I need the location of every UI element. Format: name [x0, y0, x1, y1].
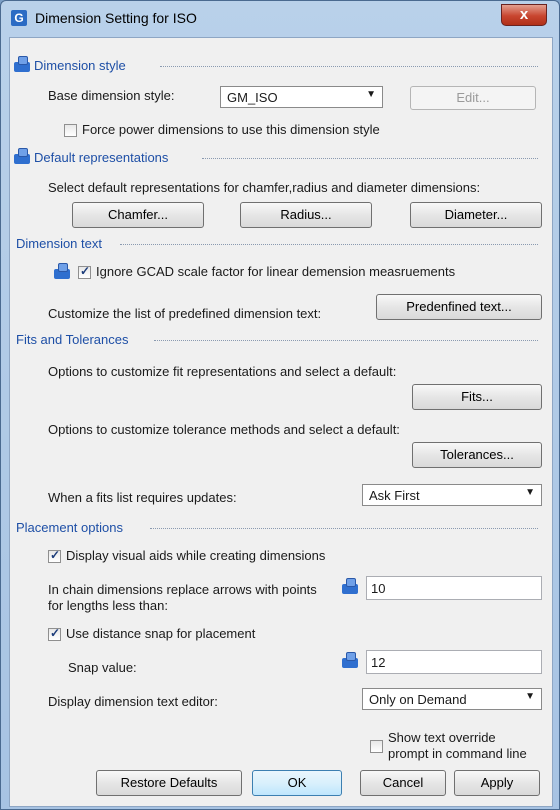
gcad-icon	[342, 578, 358, 594]
section-dimension-style: Dimension style	[10, 56, 538, 74]
representations-description: Select default representations for chamf…	[48, 180, 481, 195]
customize-label: Customize the list of predefined dimensi…	[48, 306, 322, 321]
section-header: Dimension text	[16, 236, 102, 251]
fits-update-label: When a fits list requires updates:	[48, 490, 237, 505]
base-style-value: GM_ISO	[227, 90, 278, 105]
section-divider	[150, 528, 538, 529]
diameter-button[interactable]: Diameter...	[410, 202, 542, 228]
chain-label-line2: for lengths less than:	[48, 598, 168, 613]
visual-aids-checkbox[interactable]	[48, 548, 61, 563]
section-divider	[120, 244, 538, 245]
section-header: Default representations	[34, 150, 169, 165]
predefined-text-button[interactable]: Predenfined text...	[376, 294, 542, 320]
fits-update-select[interactable]: Ask First ▼	[362, 484, 542, 506]
text-override-label-line2: prompt in command line	[388, 746, 527, 761]
chevron-down-icon: ▼	[525, 691, 535, 702]
gcad-icon	[14, 148, 30, 164]
app-icon: G	[11, 10, 27, 26]
title-bar[interactable]: G Dimension Setting for ISO x	[1, 1, 559, 37]
section-header: Dimension style	[34, 58, 126, 73]
radius-button[interactable]: Radius...	[240, 202, 372, 228]
ignore-scale-checkbox[interactable]	[78, 264, 91, 279]
tolerances-button[interactable]: Tolerances...	[412, 442, 542, 468]
gcad-icon	[342, 652, 358, 668]
gcad-icon	[14, 56, 30, 72]
section-header: Placement options	[16, 520, 123, 535]
chamfer-button[interactable]: Chamfer...	[72, 202, 204, 228]
section-divider	[160, 66, 538, 67]
force-label: Force power dimensions to use this dimen…	[82, 122, 380, 137]
text-editor-label: Display dimension text editor:	[48, 694, 218, 709]
chevron-down-icon: ▼	[366, 89, 376, 100]
distance-snap-checkbox[interactable]	[48, 626, 61, 641]
ok-button[interactable]: OK	[252, 770, 342, 796]
apply-button[interactable]: Apply	[454, 770, 540, 796]
base-style-select[interactable]: GM_ISO ▼	[220, 86, 383, 108]
section-divider	[202, 158, 538, 159]
ignore-scale-label: Ignore GCAD scale factor for linear deme…	[96, 264, 456, 279]
edit-button[interactable]: Edit...	[410, 86, 536, 110]
dialog-body: Dimension style Base dimension style: GM…	[9, 37, 553, 807]
section-placement: Placement options	[10, 520, 538, 536]
chain-length-value: 10	[371, 581, 386, 596]
section-dimension-text: Dimension text	[10, 236, 538, 252]
force-checkbox[interactable]	[64, 124, 77, 137]
chain-label-line1: In chain dimensions replace arrows with …	[48, 582, 317, 597]
section-header: Fits and Tolerances	[16, 332, 129, 347]
section-fits-tolerances: Fits and Tolerances	[10, 332, 538, 348]
snap-value: 12	[371, 655, 386, 670]
text-editor-select[interactable]: Only on Demand ▼	[362, 688, 542, 710]
fits-update-value: Ask First	[369, 488, 420, 503]
tolerances-label: Options to customize tolerance methods a…	[48, 422, 400, 437]
restore-defaults-button[interactable]: Restore Defaults	[96, 770, 242, 796]
gcad-icon	[54, 263, 70, 279]
text-editor-value: Only on Demand	[369, 692, 467, 707]
chain-length-input[interactable]: 10	[366, 576, 542, 600]
text-override-label-line1: Show text override	[388, 730, 496, 745]
visual-aids-label: Display visual aids while creating dimen…	[66, 548, 326, 563]
base-style-label: Base dimension style:	[48, 88, 175, 103]
text-override-checkbox[interactable]	[370, 740, 383, 753]
distance-snap-label: Use distance snap for placement	[66, 626, 256, 641]
cancel-button[interactable]: Cancel	[360, 770, 446, 796]
dialog-window: G Dimension Setting for ISO x Dimension …	[0, 0, 560, 810]
section-default-representations: Default representations	[10, 148, 538, 166]
close-button[interactable]: x	[501, 4, 547, 26]
section-divider	[154, 340, 538, 341]
window-title: Dimension Setting for ISO	[35, 10, 197, 26]
fits-label: Options to customize fit representations…	[48, 364, 397, 379]
snap-value-label: Snap value:	[68, 660, 137, 675]
fits-button[interactable]: Fits...	[412, 384, 542, 410]
snap-value-input[interactable]: 12	[366, 650, 542, 674]
chevron-down-icon: ▼	[525, 487, 535, 498]
